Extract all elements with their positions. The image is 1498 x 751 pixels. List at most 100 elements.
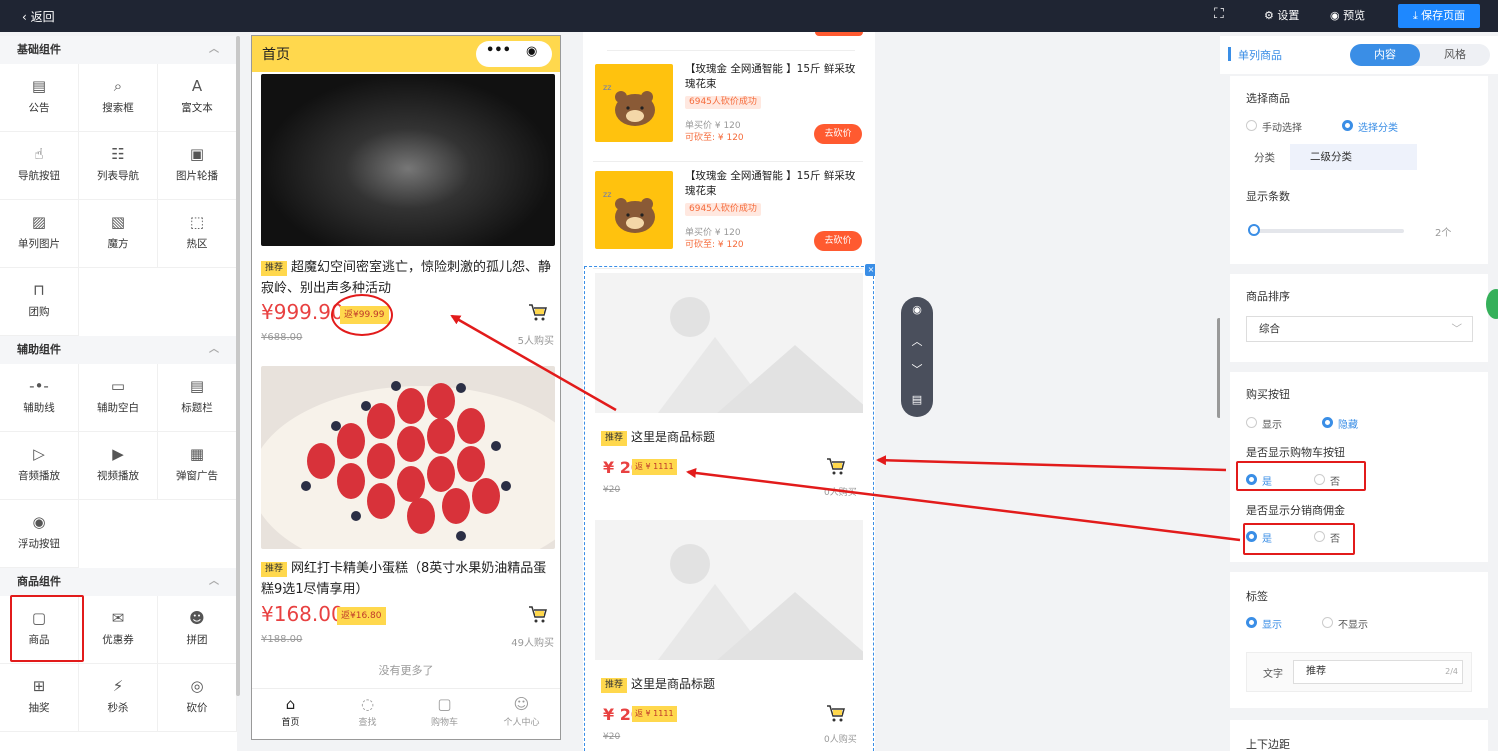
comp-title-bar[interactable]: ▤ 标题栏 [158, 364, 237, 432]
flash-sale-icon: ⚡ [112, 677, 124, 695]
comp-lottery[interactable]: ⊞ 抽奖 [0, 664, 79, 732]
sort-select[interactable]: 综合 ﹀ [1246, 316, 1473, 342]
comp-coupon[interactable]: ✉ 优惠券 [79, 596, 158, 664]
label-card: 标签 显示 不显示 文字 推荐 2/4 [1230, 572, 1488, 708]
bargain-success-badge: 6945人砍价成功 [685, 203, 761, 216]
comp-single-image[interactable]: ▨ 单列图片 [0, 200, 79, 268]
radio-hide[interactable]: 隐藏 [1322, 416, 1358, 431]
preview-button[interactable]: ◉ 预览 [1330, 7, 1365, 23]
bargain-title: 【玫瑰金 全网通智能 】15斤 鲜采玫瑰花束 [685, 170, 856, 197]
comp-bargain[interactable]: ◎ 砍价 [158, 664, 237, 732]
radio-show[interactable]: 显示 [1246, 416, 1282, 431]
radio-label-show[interactable]: 显示 [1246, 616, 1282, 631]
comp-cube[interactable]: ▧ 魔方 [79, 200, 158, 268]
bargain-title: 【玫瑰金 全网通智能 】15斤 鲜采玫瑰花束 [685, 63, 856, 90]
back-button[interactable]: ‹ 返回 [22, 8, 55, 25]
comp-search[interactable]: ⌕ 搜索框 [79, 64, 158, 132]
comp-divider[interactable]: -•- 辅助线 [0, 364, 79, 432]
tab-cart[interactable]: ▢ 购物车 [406, 689, 483, 739]
cart-icon[interactable] [826, 703, 846, 723]
count-slider-knob[interactable] [1248, 224, 1260, 236]
group-title-goods[interactable]: 商品组件 ︿ [0, 568, 237, 596]
radio-manual[interactable]: 手动选择 [1246, 119, 1302, 134]
no-more-text: 没有更多了 [378, 664, 434, 677]
go-bargain-button[interactable]: 去砍价 [814, 124, 862, 144]
comp-popup-ad[interactable]: ▦ 弹窗广告 [158, 432, 237, 500]
comp-blank[interactable]: ▭ 辅助空白 [79, 364, 158, 432]
radio-category[interactable]: 选择分类 [1342, 119, 1398, 134]
home-icon: ⌂ [285, 695, 296, 713]
product-title[interactable]: 推荐 网红打卡精美小蛋糕（8英寸水果奶油精品蛋糕9选1尽情享用） [261, 558, 553, 600]
tab-home[interactable]: ⌂ 首页 [252, 689, 329, 739]
chevron-down-icon[interactable]: ﹀ [901, 361, 933, 377]
group-title-aux[interactable]: 辅助组件 ︿ [0, 336, 237, 364]
product-title[interactable]: 推荐 超魔幻空间密室逃亡，惊险刺激的孤儿怨、静寂岭、别出声多种活动 [261, 257, 553, 299]
count-slider-track[interactable] [1252, 229, 1404, 233]
tab-profile[interactable]: ☺ 个人中心 [483, 689, 560, 739]
cube-icon: ▧ [110, 213, 126, 231]
bargain-item[interactable]: zz 【玫瑰金 全网通智能 】15斤 鲜采玫瑰花束 6945人砍价成功 单买价 … [593, 62, 863, 162]
label-text-input[interactable]: 推荐 2/4 [1293, 660, 1463, 684]
more-icon: ••• [486, 43, 511, 58]
save-page-button[interactable]: ⤓ 保存页面 [1398, 4, 1480, 28]
radio-label-hide[interactable]: 不显示 [1322, 616, 1368, 631]
comp-nav-button[interactable]: ☝ 导航按钮 [0, 132, 79, 200]
cart-icon[interactable] [528, 604, 548, 624]
label-text-caption: 文字 [1263, 669, 1283, 680]
goods-title[interactable]: 推荐 这里是商品标题 [601, 675, 715, 693]
comp-video[interactable]: ▶ 视频播放 [79, 432, 158, 500]
section-title: 显示条数 [1246, 190, 1290, 203]
fullscreen-icon[interactable]: ⛶ [1214, 6, 1224, 22]
comp-group-buy[interactable]: ⊓ 团购 [0, 268, 79, 336]
chevron-up-icon: ︿ [209, 44, 219, 55]
comp-hotspot[interactable]: ⬚ 热区 [158, 200, 237, 268]
product-price: ¥168.00 [261, 602, 344, 626]
cart-icon[interactable] [528, 302, 548, 322]
chevron-up-icon: ︿ [209, 344, 219, 355]
comp-flash-sale[interactable]: ⚡ 秒杀 [79, 664, 158, 732]
divider-icon: -•- [29, 377, 49, 395]
category-label: 分类 [1254, 152, 1275, 164]
comp-rich-text[interactable]: A 富文本 [158, 64, 237, 132]
close-icon[interactable]: × [865, 264, 875, 276]
goods-rebate: 返 ¥ 1111 [632, 459, 677, 475]
goods-sold: 0人购买 [824, 735, 857, 745]
user-icon: ☺ [513, 695, 530, 713]
tab-content[interactable]: 内容 [1350, 44, 1420, 66]
comp-notice[interactable]: ▤ 公告 [0, 64, 79, 132]
download-icon: ⤓ [1412, 9, 1422, 22]
left-scrollbar[interactable] [236, 36, 240, 696]
comp-audio[interactable]: ▷ 音频播放 [0, 432, 79, 500]
chevron-up-icon[interactable]: ︿ [901, 333, 933, 349]
goods-title[interactable]: 推荐 这里是商品标题 [601, 428, 715, 446]
document-icon[interactable]: ▤ [901, 393, 933, 406]
chevron-down-icon: ﹀ [1451, 323, 1463, 335]
section-title: 标签 [1246, 590, 1268, 603]
sold-count: 5人购买 [517, 336, 554, 347]
bear-illustration: zz [603, 190, 655, 233]
cart-icon[interactable] [826, 456, 846, 476]
go-bargain-button[interactable]: 去砍价 [814, 231, 862, 251]
target-icon: ◉ [526, 44, 538, 59]
bargain-success-badge: 6945人砍价成功 [685, 96, 761, 109]
mini-program-capsule[interactable]: ••• ◉ [476, 41, 552, 67]
gear-icon: ⚙ [1264, 9, 1278, 22]
tab-style[interactable]: 风格 [1420, 44, 1490, 66]
comp-float-button[interactable]: ◉ 浮动按钮 [0, 500, 79, 568]
section-title: 上下边距 [1246, 738, 1290, 751]
comp-group[interactable]: ☻ 拼团 [158, 596, 237, 664]
group-title-basic[interactable]: 基础组件 ︿ [0, 36, 237, 64]
component-name: 单列商品 [1238, 49, 1282, 62]
category-field[interactable]: 二级分类 [1290, 144, 1417, 170]
settings-button[interactable]: ⚙ 设置 [1264, 7, 1299, 23]
popup-ad-icon: ▦ [189, 445, 205, 463]
eye-icon[interactable]: ◉ [901, 303, 933, 316]
bargain-item[interactable]: zz 【玫瑰金 全网通智能 】15斤 鲜采玫瑰花束 6945人砍价成功 单买价 … [593, 169, 863, 269]
select-goods-card: 选择商品 手动选择 选择分类 分类 二级分类 显示条数 2个 [1230, 76, 1488, 264]
comp-list-nav[interactable]: ☷ 列表导航 [79, 132, 158, 200]
recommend-tag: 推荐 [261, 261, 288, 276]
comp-image-carousel[interactable]: ▣ 图片轮播 [158, 132, 237, 200]
rich-text-icon: A [191, 77, 203, 95]
section-title: 选择商品 [1246, 92, 1290, 105]
tab-find[interactable]: ◌ 查找 [329, 689, 406, 739]
